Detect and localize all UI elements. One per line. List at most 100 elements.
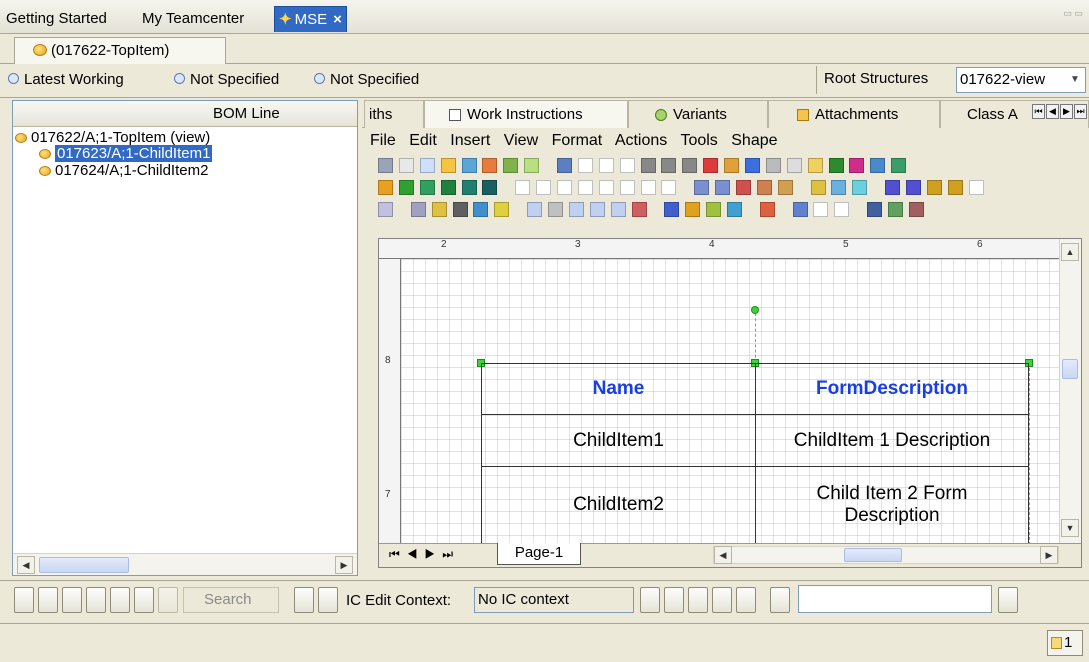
paste-icon[interactable]	[461, 158, 477, 173]
text-box-icon[interactable]	[557, 158, 573, 173]
table-row[interactable]: ChildItem2 Child Item 2 Form Description	[482, 467, 1028, 543]
text-tool-icon[interactable]	[661, 180, 677, 195]
freeform-tool-icon[interactable]	[619, 180, 635, 195]
item-form-table[interactable]: Name FormDescription ChildItem1 ChildIte…	[481, 363, 1029, 544]
fill-color-icon[interactable]	[745, 158, 761, 173]
page-navigation-controls[interactable]: ⏮◀▶⏭	[389, 547, 460, 562]
prev-tab-icon[interactable]: ◀	[1046, 104, 1059, 119]
bring-front-icon[interactable]	[694, 180, 710, 195]
disabled-tool-icon[interactable]	[158, 587, 178, 613]
tree-node-child-item-2[interactable]: 017624/A;1-ChildItem2	[39, 162, 208, 179]
menu-file[interactable]: File	[370, 132, 396, 149]
rotation-handle[interactable]	[751, 306, 759, 314]
tab-mse[interactable]: ✦ MSE ×	[274, 6, 347, 32]
scrollbar-thumb[interactable]	[844, 548, 902, 562]
menu-actions[interactable]: Actions	[615, 132, 667, 149]
ic-icon-5[interactable]	[736, 587, 756, 613]
chevron-down-icon[interactable]: ▼	[1067, 70, 1083, 90]
spelling-icon[interactable]	[410, 202, 426, 217]
page-grid[interactable]: Name FormDescription ChildItem1 ChildIte…	[401, 259, 1059, 545]
font-size-down-icon[interactable]	[947, 180, 963, 195]
glue-icon[interactable]	[610, 202, 626, 217]
menu-insert[interactable]: Insert	[450, 132, 490, 149]
page-break-icon[interactable]	[631, 202, 647, 217]
tab-attachments[interactable]: Attachments	[768, 100, 940, 128]
horizontal-scrollbar[interactable]: ◀ ▶	[13, 553, 357, 575]
align-center-icon[interactable]	[661, 158, 677, 173]
line-color-icon[interactable]	[724, 158, 740, 173]
drawing-canvas[interactable]: 2 3 4 5 6 8 7 Name FormDescription Child…	[378, 238, 1082, 568]
layers-icon[interactable]	[810, 180, 826, 195]
object-3d-icon[interactable]	[867, 202, 883, 217]
outdent-icon[interactable]	[906, 180, 922, 195]
save-icon[interactable]	[378, 158, 393, 173]
crop-icon[interactable]	[706, 202, 722, 217]
group-icon[interactable]	[828, 158, 844, 173]
last-tab-icon[interactable]: ⏭	[1074, 104, 1087, 119]
tree-node-top-item[interactable]: 017622/A;1-TopItem (view)	[15, 129, 210, 146]
ic-icon-3[interactable]	[688, 587, 708, 613]
shape-rect-icon[interactable]	[813, 202, 829, 217]
font-size-up-icon[interactable]	[926, 180, 942, 195]
close-icon[interactable]: ×	[333, 11, 342, 28]
select-tool-icon[interactable]	[515, 180, 531, 195]
scroll-left-icon[interactable]: ◀	[714, 546, 732, 564]
page-setup-icon[interactable]	[378, 202, 393, 217]
ic-icon-4[interactable]	[712, 587, 732, 613]
theme-icon[interactable]	[431, 202, 447, 217]
distribute-icon[interactable]	[891, 158, 907, 173]
find-input[interactable]	[798, 585, 992, 613]
tab-top-item[interactable]: (017622-TopItem)	[14, 37, 226, 64]
tab-work-instructions[interactable]: Work Instructions	[424, 100, 628, 128]
flip-icon[interactable]	[756, 180, 772, 195]
expand-below-icon[interactable]	[38, 587, 58, 613]
menu-view[interactable]: View	[504, 132, 538, 149]
highlight-icon[interactable]	[494, 202, 510, 217]
minimize-maximize-icon[interactable]: ▭ ▭	[1063, 8, 1083, 19]
link-icon[interactable]	[524, 158, 540, 173]
line-ends-icon[interactable]	[786, 158, 802, 173]
expand-icon[interactable]	[14, 587, 34, 613]
show-unconfigured-icon[interactable]	[86, 587, 106, 613]
refresh-icon[interactable]	[134, 587, 154, 613]
revision-rule-latest-working[interactable]: Latest Working	[8, 70, 124, 90]
cursor-icon[interactable]	[792, 202, 808, 217]
next-tab-icon[interactable]: ▶	[1060, 104, 1073, 119]
menu-format[interactable]: Format	[552, 132, 603, 149]
bold-icon[interactable]	[577, 158, 593, 173]
rectangle-icon[interactable]	[398, 180, 414, 195]
ungroup-icon[interactable]	[849, 158, 865, 173]
align-right-icon[interactable]	[682, 158, 698, 173]
ic-edit-context-field[interactable]: No IC context	[474, 587, 634, 613]
snap-icon[interactable]	[589, 202, 605, 217]
pointer-icon[interactable]	[440, 158, 456, 173]
tab-getting-started[interactable]: Getting Started	[2, 6, 111, 32]
tree-node-child-item-1[interactable]: 017623/A;1-ChildItem1	[39, 145, 213, 162]
find-next-icon[interactable]	[998, 587, 1018, 613]
zoom-icon[interactable]	[807, 158, 823, 173]
menu-shape[interactable]: Shape	[731, 132, 777, 149]
shapes-icon[interactable]	[378, 180, 393, 195]
print-icon[interactable]	[398, 158, 414, 173]
line-tool-icon[interactable]	[577, 180, 593, 195]
scroll-right-icon[interactable]: ▶	[1040, 546, 1058, 564]
ic-icon-2[interactable]	[664, 587, 684, 613]
connection-point-icon[interactable]	[777, 180, 793, 195]
line-weight-icon[interactable]	[765, 158, 781, 173]
scrollbar-thumb[interactable]	[1062, 359, 1078, 379]
lasso-icon[interactable]	[834, 202, 850, 217]
pencil-tool-icon[interactable]	[640, 180, 656, 195]
collapse-icon[interactable]	[62, 587, 82, 613]
compare-icon[interactable]	[110, 587, 130, 613]
stencil-icon[interactable]	[831, 180, 847, 195]
first-tab-icon[interactable]: ⏮	[1032, 104, 1045, 119]
ic-icon-1[interactable]	[640, 587, 660, 613]
list-icon[interactable]	[452, 202, 468, 217]
scroll-down-icon[interactable]: ▼	[1061, 519, 1079, 537]
scroll-up-icon[interactable]: ▲	[1061, 243, 1079, 261]
tab-paths[interactable]: iths	[364, 100, 424, 128]
text-style-icon[interactable]	[968, 180, 984, 195]
search-button[interactable]: Search	[183, 587, 279, 613]
table-row[interactable]: ChildItem1 ChildItem 1 Description	[482, 415, 1028, 467]
pointer-tool-icon[interactable]	[727, 202, 743, 217]
